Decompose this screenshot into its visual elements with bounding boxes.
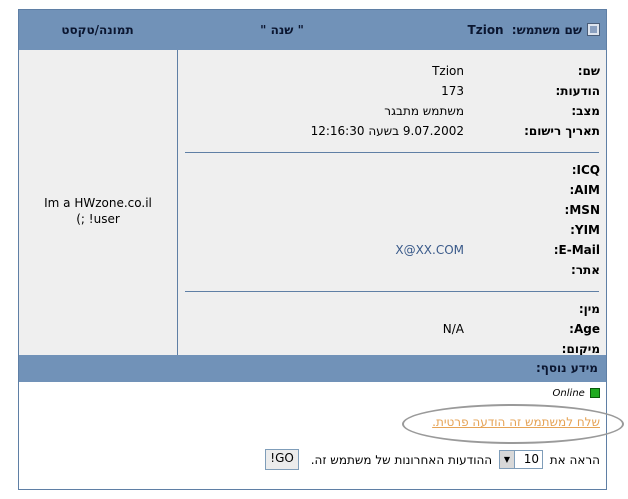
registered-label: תאריך רישום:: [524, 124, 600, 138]
header-picture-label: תמונה/טקסט: [61, 23, 134, 37]
age-value: N/A: [442, 322, 464, 336]
posts-label: הודעות:: [555, 84, 600, 98]
posts-count-value: 10: [523, 452, 539, 466]
divider-1: [185, 152, 599, 153]
posts-suffix-label: ההודעות האחרונות של משתמש זה.: [310, 452, 493, 467]
msn-label: MSN:: [564, 203, 600, 217]
username-value: Tzion: [467, 23, 504, 37]
icq-label: ICQ:: [571, 163, 600, 177]
online-indicator-icon: [590, 388, 600, 398]
email-value[interactable]: X@XX.COM: [395, 243, 464, 257]
website-label: אתר:: [571, 263, 600, 277]
name-label: שם:: [577, 64, 600, 78]
location-label: מיקום:: [561, 342, 600, 356]
chevron-down-icon[interactable]: ▼: [499, 451, 515, 468]
avatar-line-1: Im a HWzone.co.il: [44, 196, 152, 210]
recent-posts-row: הראה את 10 ▼ ההודעות האחרונות של משתמש ז…: [265, 448, 600, 470]
name-value: Tzion: [432, 64, 464, 78]
registered-value: 9.07.2002 בשעה 12:16:30: [310, 124, 464, 138]
extra-info-label: מידע נוסף:: [535, 361, 598, 375]
posts-count-select[interactable]: 10 ▼: [498, 450, 543, 469]
send-private-message-link[interactable]: שלח למשתמש זה הודעה פרטית.: [432, 415, 600, 429]
profile-header: שם משתמש: Tzion " שנה " תמונה/טקסט: [19, 10, 606, 50]
posts-value: 173: [441, 84, 464, 98]
extra-info-body: Online שלח למשתמש זה הודעה פרטית. הראה א…: [19, 382, 624, 489]
go-button[interactable]: GO!: [265, 449, 299, 470]
divider-2: [185, 291, 599, 292]
gender-label: מין:: [578, 302, 600, 316]
profile-icon: [587, 23, 600, 36]
profile-body: Im a HWzone.co.il (; !user שם: Tzion הוד…: [19, 50, 606, 356]
online-text: Online: [552, 388, 585, 399]
avatar-line-2: (; !user: [76, 212, 120, 226]
online-status: Online: [553, 388, 600, 399]
yim-label: YIM:: [570, 223, 600, 237]
avatar-text: Im a HWzone.co.il (; !user: [19, 195, 177, 227]
show-label: הראה את: [549, 452, 600, 467]
extra-info-header: מידע נוסף:: [19, 355, 606, 382]
age-label: Age:: [569, 322, 600, 336]
header-quote: " שנה ": [260, 23, 304, 37]
profile-details: שם: Tzion הודעות: 173 מצב: משתמש מתבגר ת…: [178, 50, 606, 356]
status-value: משתמש מתבגר: [384, 104, 464, 118]
header-username: שם משתמש: Tzion: [468, 10, 582, 50]
username-label: שם משתמש:: [511, 23, 582, 37]
status-label: מצב:: [571, 104, 600, 118]
user-profile-panel: שם משתמש: Tzion " שנה " תמונה/טקסט Im a …: [18, 9, 624, 490]
email-label: E-Mail:: [553, 243, 600, 257]
aim-label: AIM:: [569, 183, 600, 197]
